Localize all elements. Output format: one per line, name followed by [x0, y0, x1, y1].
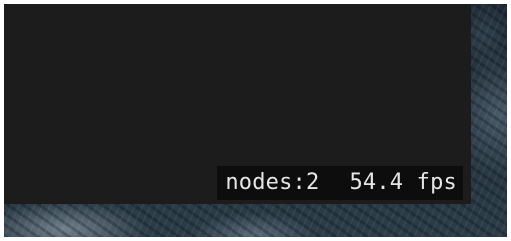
fps-counter: 54.4 fps	[349, 170, 457, 195]
stats-overlay: nodes:2 54.4 fps	[217, 166, 463, 200]
node-count: nodes:2	[225, 170, 320, 195]
render-view[interactable]: nodes:2 54.4 fps	[4, 4, 471, 204]
screen: nodes:2 54.4 fps	[0, 0, 511, 241]
